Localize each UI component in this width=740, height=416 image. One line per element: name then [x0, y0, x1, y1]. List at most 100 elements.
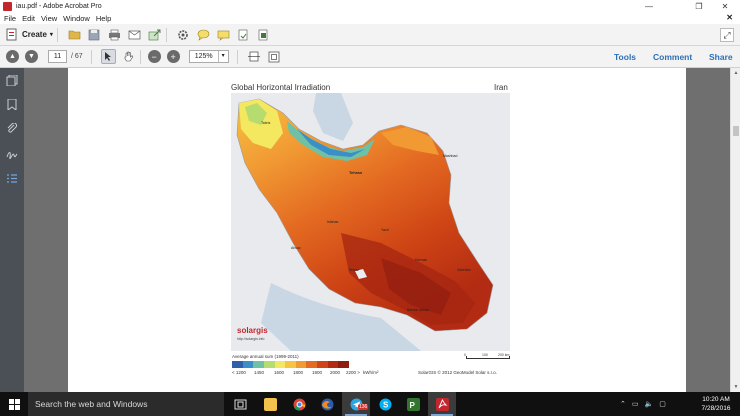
svg-text:P: P: [409, 401, 415, 410]
scrollbar-thumb[interactable]: [733, 126, 739, 136]
scale-label: 0: [464, 353, 466, 357]
vertical-scrollbar[interactable]: ▲ ▼: [730, 68, 740, 392]
legend-caption: Average annual sum (1999-2011): [232, 354, 299, 359]
page-count: / 67: [71, 53, 83, 60]
taskbar-clock[interactable]: 10:20 AM 7/28/2016: [693, 395, 739, 413]
file-explorer-icon[interactable]: [256, 392, 284, 416]
notification-icon[interactable]: ▢: [659, 400, 666, 408]
city-label-mashhad: Mashhad: [443, 154, 457, 158]
create-pdf-icon: [6, 28, 17, 41]
legend-label: 1600: [274, 370, 285, 375]
previous-page-icon[interactable]: ▲: [6, 50, 19, 63]
title-bar: iau.pdf - Adobe Acrobat Pro — ❐ ✕: [0, 0, 740, 13]
scroll-down-icon[interactable]: ▼: [731, 382, 740, 392]
maximize-button[interactable]: ❐: [686, 0, 712, 13]
attachments-icon[interactable]: [6, 122, 18, 134]
legend-label: 1800: [293, 370, 304, 375]
close-document-button[interactable]: ✕: [726, 13, 733, 22]
hand-tool-icon[interactable]: [121, 49, 136, 64]
share-icon[interactable]: [147, 27, 162, 42]
chevron-down-icon: ▾: [217, 51, 228, 62]
legend-label: 1900: [312, 370, 323, 375]
firefox-icon[interactable]: [313, 392, 341, 416]
content-icon[interactable]: [6, 173, 18, 184]
city-label-tabriz: Tabriz: [261, 121, 271, 125]
share-panel-link[interactable]: Share: [709, 52, 733, 62]
print-icon[interactable]: [107, 27, 122, 42]
page-thumbnails-icon[interactable]: [6, 74, 18, 87]
menu-file[interactable]: File: [4, 14, 16, 23]
menu-view[interactable]: View: [41, 14, 57, 23]
city-label-kerman: Kerman: [415, 258, 427, 262]
select-tool-icon[interactable]: [100, 49, 116, 64]
chevron-down-icon: ▾: [49, 32, 53, 38]
scale-label: 100: [482, 353, 488, 357]
iran-map-graphic: Tabriz Tehran Mashhad Isfahan Yazd Shira…: [231, 93, 510, 351]
windows-taskbar: Search the web and Windows 136 S P ⌃ ▭ 🔈…: [0, 392, 740, 416]
network-icon[interactable]: ▭: [632, 400, 639, 408]
acrobat-icon[interactable]: [428, 392, 456, 416]
gear-icon[interactable]: [176, 27, 191, 42]
skype-icon[interactable]: S: [371, 392, 399, 416]
city-label-shiraz: Shiraz: [349, 268, 359, 272]
zoom-value: 125%: [194, 53, 213, 60]
legend-label: < 1200: [232, 370, 246, 375]
chrome-icon[interactable]: [285, 392, 313, 416]
taskbar-search-input[interactable]: Search the web and Windows: [28, 392, 224, 416]
volume-icon[interactable]: 🔈: [645, 400, 654, 408]
signatures-icon[interactable]: [6, 148, 18, 160]
telegram-icon[interactable]: 136: [342, 392, 370, 416]
legend-swatch: [263, 361, 275, 368]
attach-icon[interactable]: [256, 27, 271, 42]
tools-panel-link[interactable]: Tools: [614, 52, 636, 62]
legend-swatch: [295, 361, 307, 368]
comment-icon[interactable]: [196, 27, 211, 42]
city-label-zahedan: Zahedan: [457, 268, 471, 272]
project-icon[interactable]: P: [399, 392, 427, 416]
page-number-input[interactable]: 11: [48, 50, 67, 63]
next-page-icon[interactable]: ▼: [25, 50, 38, 63]
comment-panel-link[interactable]: Comment: [653, 52, 692, 62]
fit-page-icon[interactable]: [267, 49, 282, 64]
highlight-icon[interactable]: [216, 27, 231, 42]
legend-color-bar: [232, 361, 350, 368]
menu-help[interactable]: Help: [96, 14, 111, 23]
minimize-button[interactable]: —: [636, 0, 662, 13]
legend-swatch: [242, 361, 254, 368]
legend-swatch: [274, 361, 286, 368]
toolbar-divider: [56, 27, 58, 42]
toolbar-divider: [90, 49, 92, 64]
toolbar-divider: [236, 49, 238, 64]
legend-swatch: [253, 361, 264, 368]
toolbar-divider: [165, 27, 167, 42]
menu-window[interactable]: Window: [63, 14, 90, 23]
zoom-in-icon[interactable]: +: [166, 50, 180, 63]
fit-width-icon[interactable]: [247, 49, 262, 64]
legend-label: 1450: [254, 370, 265, 375]
start-button[interactable]: [0, 392, 28, 416]
bookmarks-icon[interactable]: [6, 98, 18, 111]
window-title: iau.pdf - Adobe Acrobat Pro: [16, 3, 102, 10]
tray-expand-icon[interactable]: ⌃: [620, 400, 626, 408]
create-button[interactable]: Create ▾: [6, 28, 53, 41]
scroll-up-icon[interactable]: ▲: [731, 68, 740, 78]
zoom-select[interactable]: 125% ▾: [188, 50, 229, 63]
legend-swatch: [338, 361, 350, 368]
legend-swatch: [317, 361, 328, 368]
legend-label: 2000: [330, 370, 341, 375]
solar-irradiation-map: Tabriz Tehran Mashhad Isfahan Yazd Shira…: [231, 93, 510, 351]
task-view-icon[interactable]: [226, 392, 254, 416]
scale-label: 200 km: [498, 353, 510, 357]
telegram-badge: 136: [358, 404, 369, 410]
open-folder-icon[interactable]: [67, 27, 82, 42]
menu-edit[interactable]: Edit: [22, 14, 35, 23]
expand-icon[interactable]: ⤢: [720, 28, 734, 42]
save-icon[interactable]: [87, 27, 102, 42]
windows-logo-icon: [8, 398, 20, 410]
email-icon[interactable]: [127, 27, 142, 42]
close-button[interactable]: ✕: [712, 0, 738, 13]
city-label-bandar-abbas: Bandar Abbas: [407, 308, 429, 312]
stamp-icon[interactable]: [236, 27, 251, 42]
zoom-out-icon[interactable]: −: [147, 50, 161, 63]
city-label-isfahan: Isfahan: [327, 220, 339, 224]
